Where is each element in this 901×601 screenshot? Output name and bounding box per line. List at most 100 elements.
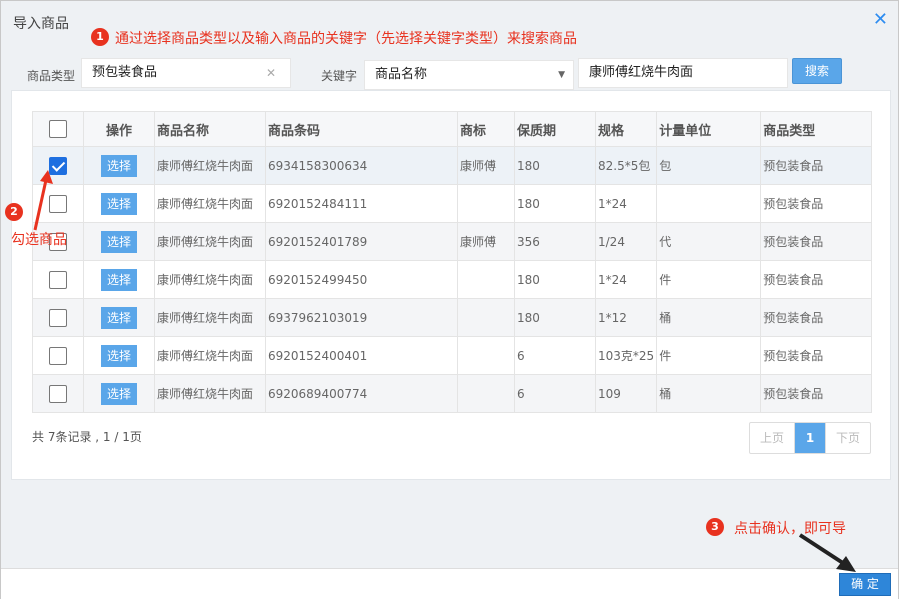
cell-barcode: 6934158300634 [265, 146, 458, 185]
pagination: 上页 1 下页 [749, 422, 871, 454]
row-checkbox[interactable] [49, 270, 67, 289]
dialog-footer [1, 568, 898, 599]
keyword-type-select[interactable]: 商品名称 ▼ [364, 60, 574, 90]
select-all-checkbox[interactable] [49, 120, 67, 138]
cell-spec: 103克*25 [594, 336, 658, 375]
annotation-3-text: 点击确认，即可导 [734, 521, 846, 537]
header-name: 商品名称 [154, 111, 266, 147]
confirm-button[interactable]: 确 定 [839, 573, 891, 596]
keyword-type-value: 商品名称 [375, 67, 428, 82]
cell-name: 康师傅红烧牛肉面 [154, 298, 266, 337]
cell-barcode: 6920152400401 [265, 336, 458, 375]
pagination-summary: 共 7条记录 , 1 / 1页 [32, 430, 142, 444]
cell-spec: 82.5*5包 [594, 146, 658, 185]
goods-type-label: 商品类型 [27, 69, 76, 83]
cell-spec: 1/24 [594, 222, 658, 261]
header-brand: 商标 [457, 111, 515, 147]
cell-unit: 件 [656, 260, 762, 299]
cell-brand [457, 260, 515, 299]
cell-shelf-life: 180 [514, 184, 596, 223]
table-row[interactable]: 选择 康师傅红烧牛肉面 6934158300634 康师傅 180 82.5*5包包预包装… [32, 146, 872, 185]
cell-unit: 桶 [656, 298, 762, 337]
cell-brand [457, 374, 515, 413]
cell-name: 康师傅红烧牛肉面 [154, 336, 266, 375]
cell-brand [457, 184, 515, 223]
select-button[interactable]: 选择 [101, 154, 137, 177]
annotation-3-badge: 3 [706, 518, 724, 536]
cell-name: 康师傅红烧牛肉面 [154, 222, 266, 261]
next-page-button[interactable]: 下页 [826, 423, 870, 453]
select-button[interactable]: 选择 [101, 344, 137, 367]
table-row[interactable]: 选择 康师傅红烧牛肉面 6920152400401 6 103克*25 件预包装食品 [32, 336, 872, 375]
cell-shelf-life: 6 [514, 336, 596, 375]
annotation-2-text: 勾选商品 [11, 232, 67, 248]
cell-barcode: 6937962103019 [265, 298, 458, 337]
row-checkbox[interactable] [49, 194, 67, 213]
select-button[interactable]: 选择 [101, 230, 137, 253]
cell-spec: 1*24 [594, 184, 658, 223]
cell-spec: 1*24 [594, 260, 658, 299]
keyword-input[interactable]: 康师傅红烧牛肉面 [578, 58, 788, 88]
cell-goods-type: 预包装食品 [760, 260, 872, 299]
cell-goods-type: 预包装食品 [760, 336, 872, 375]
row-checkbox[interactable] [49, 156, 67, 175]
cell-brand: 康师傅 [457, 222, 515, 261]
cell-brand [457, 336, 515, 375]
goods-type-select[interactable]: 预包装食品 ✕ [81, 58, 291, 88]
cell-barcode: 6920152499450 [265, 260, 458, 299]
cell-barcode: 6920689400774 [265, 374, 458, 413]
prev-page-button[interactable]: 上页 [750, 423, 795, 453]
cell-goods-type: 预包装食品 [760, 298, 872, 337]
table-row[interactable]: 选择 康师傅红烧牛肉面 6920152499450 180 1*24 件预包装食品 [32, 260, 872, 299]
cell-name: 康师傅红烧牛肉面 [154, 260, 266, 299]
goods-type-value: 预包装食品 [92, 65, 158, 80]
header-goods-type: 商品类型 [760, 111, 872, 147]
import-goods-dialog: 导入商品 ✕ 1 通过选择商品类型以及输入商品的关键字（先选择关键字类型）来搜索… [0, 0, 899, 599]
cell-unit [656, 184, 762, 223]
table-row[interactable]: 选择 康师傅红烧牛肉面 6920152401789 康师傅 356 1/24 代预包装食品 [32, 222, 872, 261]
cell-unit: 件 [656, 336, 762, 375]
cell-unit: 桶 [656, 374, 762, 413]
cell-goods-type: 预包装食品 [760, 374, 872, 413]
annotation-2-badge: 2 [5, 203, 23, 221]
row-checkbox[interactable] [49, 384, 67, 403]
table-row[interactable]: 选择 康师傅红烧牛肉面 6920689400774 6 109 桶预包装食品 [32, 374, 872, 413]
select-button[interactable]: 选择 [101, 306, 137, 329]
dialog-title: 导入商品 [13, 16, 69, 32]
header-action: 操作 [83, 111, 155, 147]
clear-icon[interactable]: ✕ [266, 59, 276, 87]
cell-goods-type: 预包装食品 [760, 222, 872, 261]
current-page-button[interactable]: 1 [795, 423, 826, 453]
row-checkbox[interactable] [49, 308, 67, 327]
header-shelf-life: 保质期 [514, 111, 596, 147]
cell-shelf-life: 6 [514, 374, 596, 413]
results-panel: 操作 商品名称 商品条码 商标 保质期 规格 计量单位 商品类型 选择 康师傅红烧… [11, 90, 891, 480]
header-barcode: 商品条码 [265, 111, 458, 147]
cell-shelf-life: 180 [514, 298, 596, 337]
select-button[interactable]: 选择 [101, 268, 137, 291]
cell-brand: 康师傅 [457, 146, 515, 185]
cell-barcode: 6920152484111 [265, 184, 458, 223]
search-button[interactable]: 搜索 [792, 58, 842, 84]
keyword-label: 关键字 [321, 69, 358, 83]
select-button[interactable]: 选择 [101, 382, 137, 405]
table-row[interactable]: 选择 康师傅红烧牛肉面 6937962103019 180 1*12 桶预包装食品 [32, 298, 872, 337]
cell-shelf-life: 180 [514, 260, 596, 299]
close-icon[interactable]: ✕ [873, 11, 888, 29]
goods-table: 操作 商品名称 商品条码 商标 保质期 规格 计量单位 商品类型 选择 康师傅红烧… [32, 111, 872, 413]
chevron-down-icon: ▼ [558, 70, 565, 80]
header-spec: 规格 [594, 111, 658, 147]
annotation-1-badge: 1 [91, 28, 109, 46]
row-checkbox[interactable] [49, 346, 67, 365]
cell-name: 康师傅红烧牛肉面 [154, 374, 266, 413]
cell-name: 康师傅红烧牛肉面 [154, 184, 266, 223]
cell-goods-type: 预包装食品 [760, 146, 872, 185]
select-button[interactable]: 选择 [101, 192, 137, 215]
cell-name: 康师傅红烧牛肉面 [154, 146, 266, 185]
cell-shelf-life: 180 [514, 146, 596, 185]
cell-barcode: 6920152401789 [265, 222, 458, 261]
header-unit: 计量单位 [656, 111, 762, 147]
cell-brand [457, 298, 515, 337]
annotation-1-text: 通过选择商品类型以及输入商品的关键字（先选择关键字类型）来搜索商品 [115, 31, 577, 47]
table-row[interactable]: 选择 康师傅红烧牛肉面 6920152484111 180 1*24 预包装食品 [32, 184, 872, 223]
